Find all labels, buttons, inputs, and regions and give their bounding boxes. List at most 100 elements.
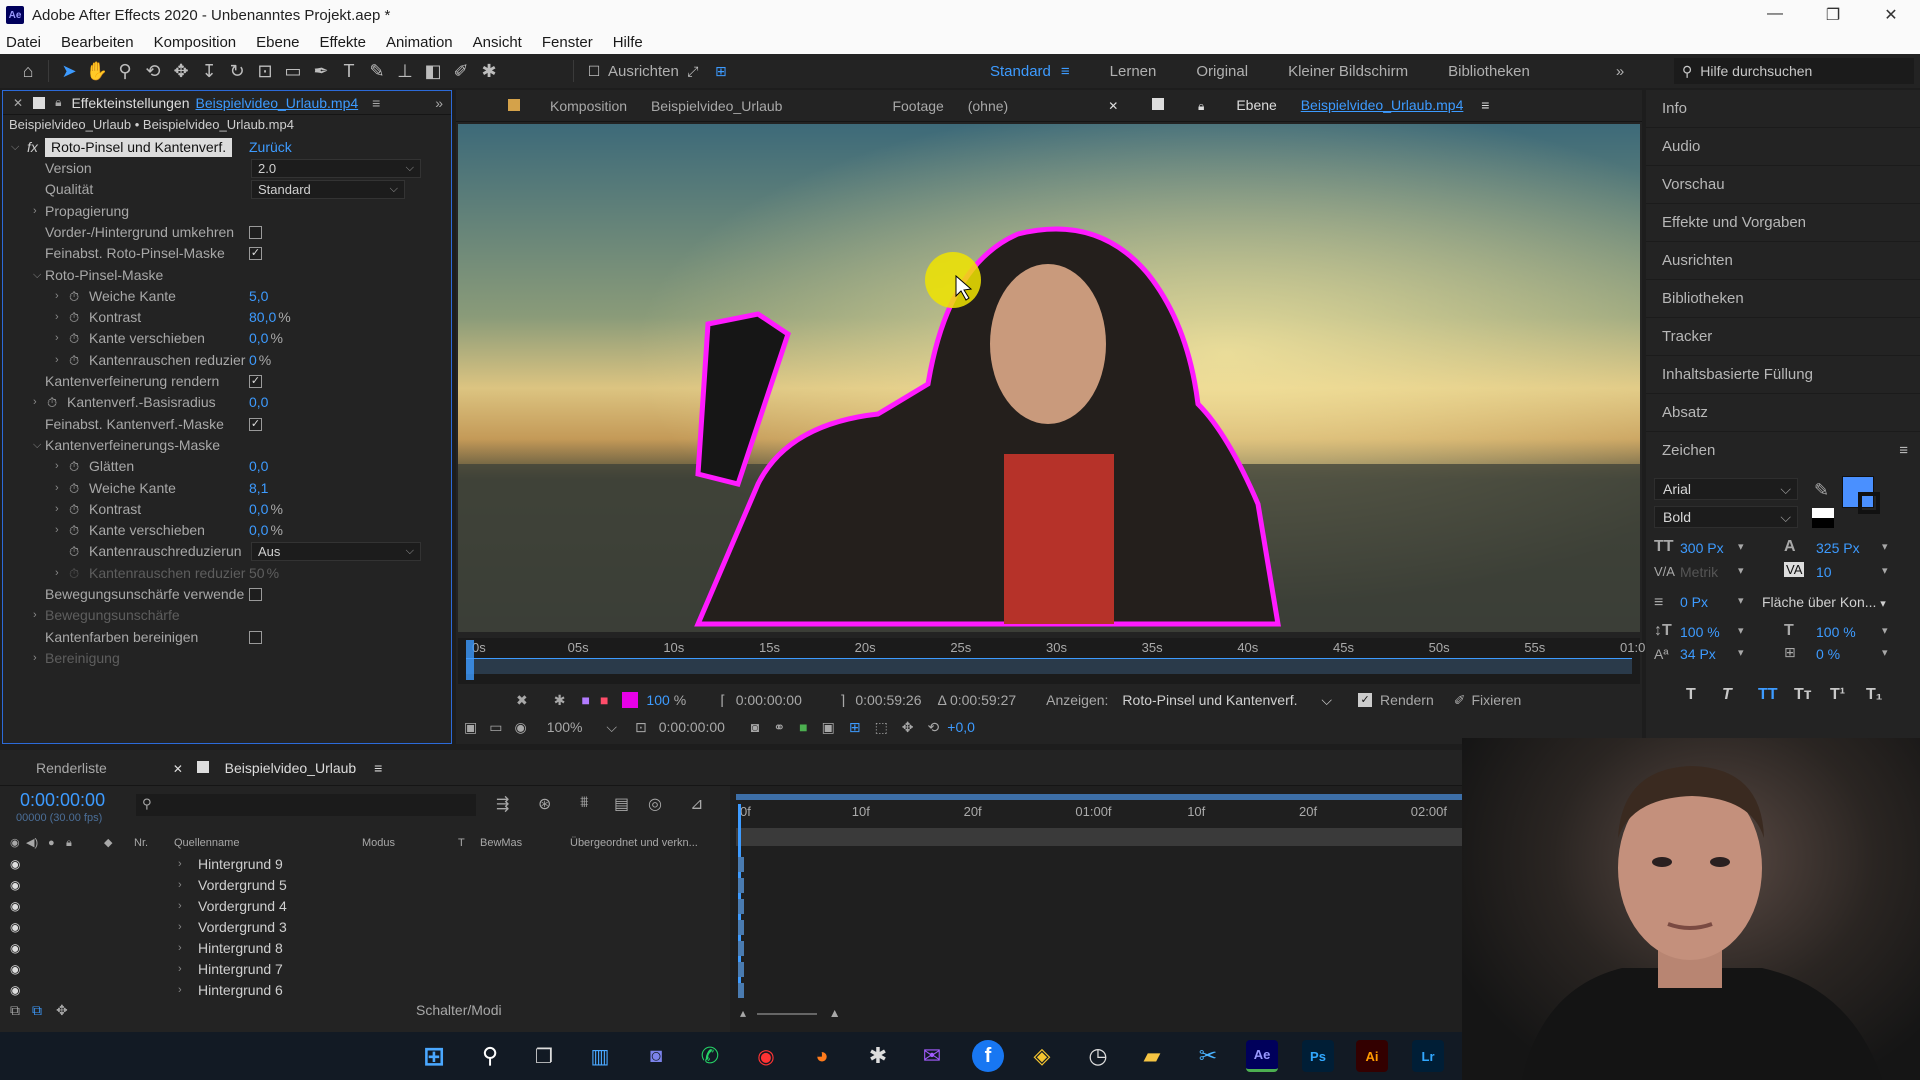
rotate-tool-icon[interactable]: ↻ <box>223 57 251 85</box>
pen-tool-icon[interactable]: ✒ <box>307 57 335 85</box>
widgets-icon[interactable]: ▥ <box>584 1040 616 1072</box>
home-icon[interactable]: ⌂ <box>14 57 42 85</box>
collapse-arrow-icon[interactable]: ⌵ <box>11 137 19 158</box>
effect-prop-row[interactable]: › Propagierung <box>3 201 449 222</box>
video-switch-icon[interactable]: ◉ <box>10 834 20 852</box>
snap-options-icon[interactable]: ⤢ <box>679 57 707 85</box>
effect-prop-value[interactable]: 50% <box>249 563 279 584</box>
stroke-mode-dropdown[interactable]: Fläche über Kon... ▾ <box>1762 594 1886 610</box>
tab-renderliste[interactable]: Renderliste <box>36 760 107 776</box>
chevron-down-icon[interactable]: ▾ <box>1738 564 1744 577</box>
expand-arrow-icon[interactable]: › <box>55 456 59 477</box>
menu-bearbeiten[interactable]: Bearbeiten <box>61 34 134 51</box>
zoom-slider[interactable]: ▴ ▲ <box>740 1006 860 1022</box>
dolly-camera-icon[interactable]: ↧ <box>195 57 223 85</box>
effect-reset-link[interactable]: Zurück <box>249 137 292 158</box>
faux-italic-button[interactable]: T <box>1722 686 1758 704</box>
effect-prop-row[interactable]: Feinabst. Kantenverf.-Maske ✓ <box>3 414 449 435</box>
effect-prop-checkbox[interactable] <box>249 630 262 644</box>
effect-prop-value[interactable]: 0,0 <box>249 392 268 413</box>
messenger-icon[interactable]: ✉ <box>916 1040 948 1072</box>
effect-prop-row[interactable]: › ⏱︎ Kante verschieben 0,0% <box>3 520 449 541</box>
label-tag-icon[interactable]: ◆ <box>104 834 112 852</box>
3d-view-icon[interactable]: ⬚ <box>875 719 888 736</box>
close-tab-icon[interactable]: ✕ <box>13 96 23 110</box>
stopwatch-icon[interactable]: ⏱︎ <box>69 286 79 307</box>
vertical-scale-value[interactable]: 100 % <box>1680 624 1720 640</box>
effect-prop-checkbox[interactable]: ✓ <box>249 247 262 261</box>
effect-prop-row[interactable]: › ⏱︎ Kontrast 0,0% <box>3 499 449 520</box>
expand-arrow-icon[interactable]: › <box>33 201 37 222</box>
superscript-button[interactable]: T¹ <box>1830 686 1866 704</box>
playhead-marker[interactable] <box>466 640 474 680</box>
expand-arrow-icon[interactable]: › <box>33 392 37 413</box>
collapse-arrow-icon[interactable]: ⌵ <box>33 265 41 286</box>
panel-effekte-und-vorgaben[interactable]: Effekte und Vorgaben <box>1646 204 1920 242</box>
chevron-down-icon[interactable]: ▾ <box>1882 540 1888 553</box>
expand-arrow-icon[interactable]: › <box>55 499 59 520</box>
effect-prop-checkbox[interactable] <box>249 225 262 239</box>
layer-row[interactable]: ◉ › Hintergrund 7 <box>0 959 730 980</box>
close-tab-icon[interactable]: ✕ <box>1108 99 1118 113</box>
effect-name[interactable]: Roto-Pinsel und Kantenverf. <box>45 138 233 157</box>
column-t[interactable]: T <box>458 834 465 852</box>
panel-menu-icon[interactable]: ≡ <box>1481 97 1489 113</box>
menu-ebene[interactable]: Ebene <box>256 34 299 51</box>
lightroom-icon[interactable]: Lr <box>1412 1040 1444 1072</box>
column-source-name[interactable]: Quellenname <box>174 834 239 852</box>
menu-effekte[interactable]: Effekte <box>320 34 366 51</box>
stopwatch-icon[interactable]: ⏱︎ <box>69 328 79 349</box>
kerning-value[interactable]: Metrik <box>1680 564 1718 580</box>
eye-icon[interactable]: ◉ <box>10 959 20 980</box>
menu-animation[interactable]: Animation <box>386 34 453 51</box>
panel-tracker[interactable]: Tracker <box>1646 318 1920 356</box>
layer-keyframe-marker[interactable] <box>738 983 744 998</box>
effect-prop-value[interactable]: 0,0% <box>249 328 283 349</box>
panel-vorschau[interactable]: Vorschau <box>1646 166 1920 204</box>
expand-arrow-icon[interactable]: › <box>55 520 59 541</box>
chevron-down-icon[interactable]: ▾ <box>1882 646 1888 659</box>
zoom-in-icon[interactable]: ▲ <box>829 1006 841 1020</box>
collapse-arrow-icon[interactable]: ⌵ <box>33 435 41 456</box>
effect-prop-row[interactable]: › ⏱︎ Kontrast 80,0% <box>3 307 449 328</box>
eye-icon[interactable]: ◉ <box>10 854 20 875</box>
layer-row[interactable]: ◉ › Hintergrund 8 <box>0 938 730 959</box>
motion-blur-icon[interactable]: ◎ <box>648 794 662 814</box>
panel-menu-icon[interactable]: ≡ <box>372 95 380 111</box>
effect-prop-row[interactable]: Feinabst. Roto-Pinsel-Maske ✓ <box>3 243 449 264</box>
freeze-label[interactable]: Fixieren <box>1471 692 1521 708</box>
layer-keyframe-marker[interactable] <box>738 962 744 977</box>
effect-prop-row[interactable]: › ⏱︎ Weiche Kante 5,0 <box>3 286 449 307</box>
layer-switches-icon[interactable]: ⧉ <box>10 998 20 1022</box>
video-frame[interactable] <box>458 124 1640 632</box>
frame-blending-icon[interactable]: ▤ <box>614 794 629 814</box>
mask-view-icon[interactable]: ◉ <box>514 719 526 736</box>
graph-editor-icon[interactable]: ⊿ <box>690 794 703 814</box>
effect-prop-dropdown[interactable]: 2.0 ⌵ <box>251 159 421 178</box>
reset-exposure-icon[interactable]: ⟲ <box>928 719 940 736</box>
exposure-value[interactable]: +0,0 <box>947 719 975 735</box>
preview-icon[interactable]: ▣ <box>464 719 477 736</box>
roto-brush-icon[interactable]: ✐ <box>447 57 475 85</box>
expand-arrow-icon[interactable]: › <box>178 875 182 896</box>
workspace-menu-icon[interactable]: ≡ <box>1061 63 1070 80</box>
chevron-down-icon[interactable]: ▾ <box>1738 646 1744 659</box>
chevron-down-icon[interactable]: ▾ <box>1882 624 1888 637</box>
rectangle-tool-icon[interactable]: ▭ <box>279 57 307 85</box>
capcut-icon[interactable]: ✂ <box>1192 1040 1224 1072</box>
effect-prop-row[interactable]: › Bewegungsunschärfe <box>3 605 449 626</box>
effect-header-row[interactable]: ⌵ fx Roto-Pinsel und Kantenverf. Zurück <box>3 137 449 158</box>
chrome-app-icon[interactable]: ◈ <box>1026 1040 1058 1072</box>
effect-prop-value[interactable]: 0,0% <box>249 520 283 541</box>
eraser-tool-icon[interactable]: ◧ <box>419 57 447 85</box>
close-button[interactable]: ✕ <box>1862 5 1920 25</box>
chevron-down-icon[interactable]: ▾ <box>1738 594 1744 607</box>
effect-prop-row[interactable]: › Bereinigung <box>3 648 449 669</box>
expand-arrow-icon[interactable]: › <box>55 328 59 349</box>
file-explorer-icon[interactable]: ▰ <box>1136 1040 1168 1072</box>
teams-chat-icon[interactable]: ◙ <box>640 1040 672 1072</box>
workspace-more-icon[interactable]: » <box>1616 63 1624 80</box>
out-point-time[interactable]: 0:00:59:26 <box>855 692 921 708</box>
chevron-down-icon[interactable]: ▾ <box>1882 564 1888 577</box>
effect-prop-row[interactable]: Vorder-/Hintergrund umkehren <box>3 222 449 243</box>
